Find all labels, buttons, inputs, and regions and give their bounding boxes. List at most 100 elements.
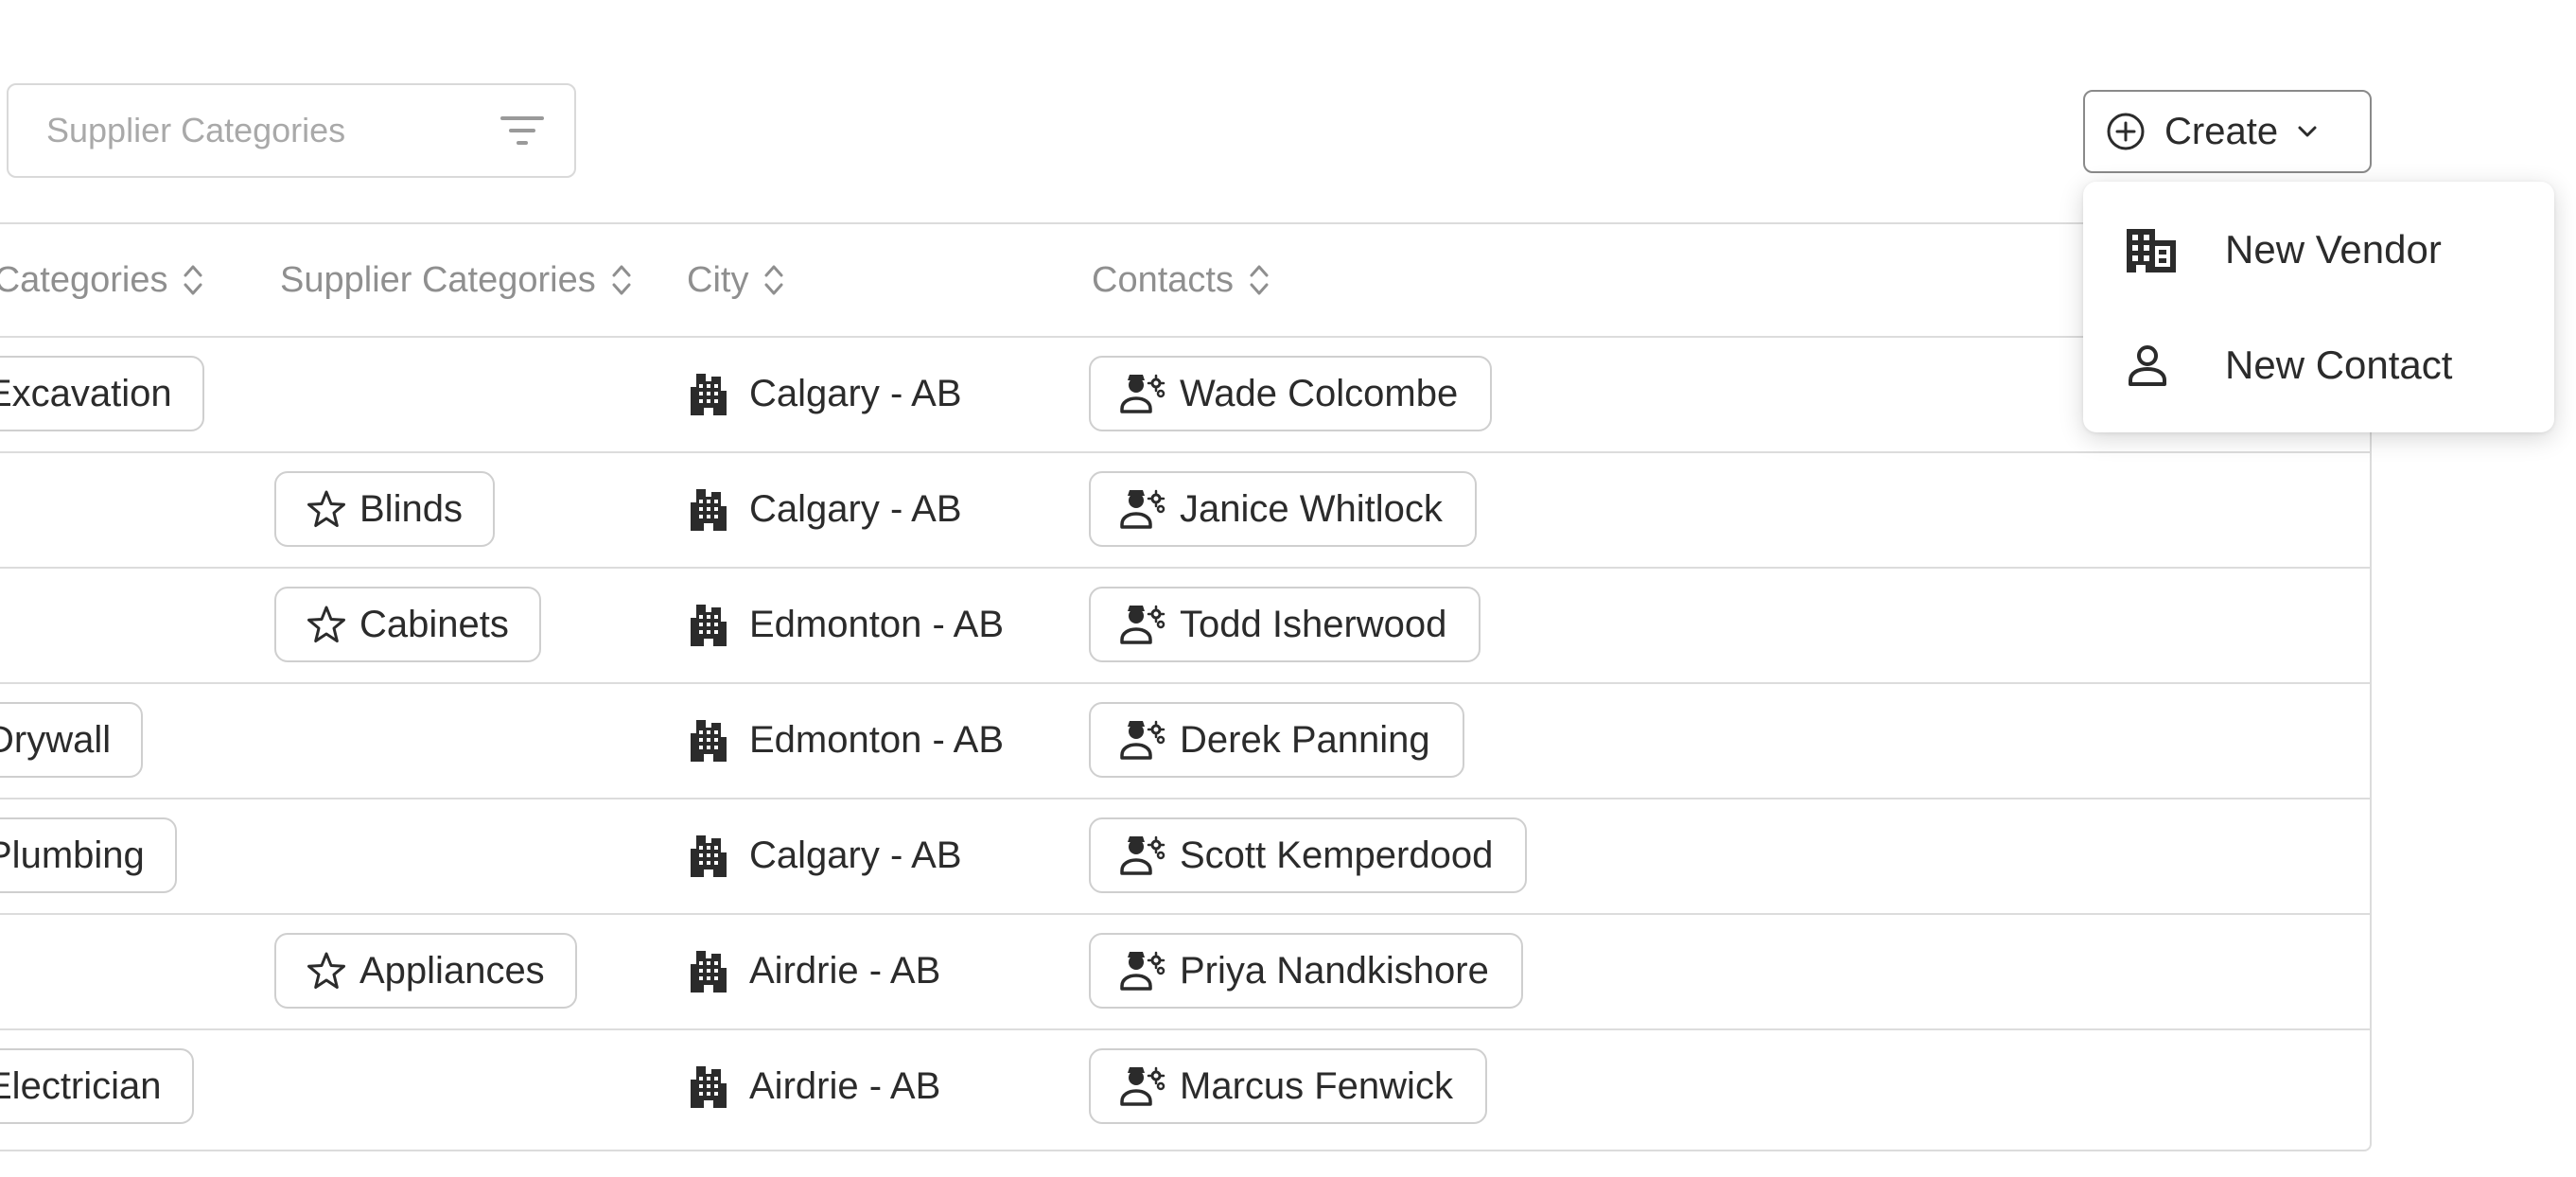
supplier-category-cell: Cabinets (274, 567, 541, 682)
sort-icon[interactable] (611, 261, 632, 299)
column-header-label: e Categories (0, 259, 168, 300)
contact-cell: Scott Kemperdood (1089, 798, 1528, 913)
chevron-down-icon (2297, 125, 2318, 138)
create-button[interactable]: Create (2083, 90, 2372, 173)
contact-icon (1119, 719, 1166, 761)
contact-cell: Derek Panning (1089, 682, 1464, 798)
contact-cell: Priya Nandkishore (1089, 913, 1523, 1028)
menu-item-new-vendor[interactable]: New Vendor (2083, 193, 2554, 307)
contact-chip[interactable]: Wade Colcombe (1089, 356, 1493, 431)
city-label: Edmonton - AB (749, 718, 1005, 761)
chip-label: Blinds (359, 487, 463, 530)
trade-category-chip[interactable]: Electrician (0, 1048, 194, 1124)
city-icon (689, 487, 728, 531)
contact-chip[interactable]: Janice Whitlock (1089, 471, 1477, 547)
chip-label: Cabinets (359, 603, 509, 645)
filter-icon[interactable] (500, 114, 544, 147)
contact-cell: Todd Isherwood (1089, 567, 1481, 682)
city-icon (689, 834, 728, 877)
city-cell: Calgary - AB (689, 798, 962, 913)
table-row[interactable]: Cabinets Edmonton - AB Todd Isherwood (0, 567, 2370, 684)
supplier-category-cell: Blinds (274, 451, 495, 567)
city-label: Airdrie - AB (749, 949, 941, 992)
contact-name: Marcus Fenwick (1180, 1064, 1453, 1107)
table-header: e Categories Supplier Categories City Co… (0, 224, 2370, 338)
city-label: Edmonton - AB (749, 603, 1005, 645)
trade-category-chip[interactable]: Plumbing (0, 817, 177, 893)
trade-category-cell: Electrician (0, 1028, 194, 1144)
city-cell: Edmonton - AB (689, 682, 1004, 798)
chip-label: Appliances (359, 949, 545, 992)
city-label: Calgary - AB (749, 834, 962, 876)
column-header-supplier-categories[interactable]: Supplier Categories (280, 224, 632, 336)
contact-icon (1119, 834, 1166, 876)
city-icon (689, 372, 728, 415)
contact-name: Derek Panning (1180, 718, 1430, 761)
table-row[interactable]: Plumbing Calgary - AB Scott Kemperdood (0, 798, 2370, 915)
trade-category-chip[interactable]: Excavation (0, 356, 204, 431)
sort-icon[interactable] (183, 261, 203, 299)
menu-item-new-contact[interactable]: New Contact (2083, 308, 2554, 422)
city-label: Calgary - AB (749, 372, 962, 414)
plus-circle-icon (2106, 112, 2146, 151)
table-row[interactable]: Blinds Calgary - AB Janice Whitlock (0, 451, 2370, 569)
contact-chip[interactable]: Scott Kemperdood (1089, 817, 1528, 893)
contact-icon (1119, 950, 1166, 992)
star-icon (307, 951, 346, 991)
building-icon (2125, 225, 2178, 274)
supplier-categories-filter-input[interactable]: Supplier Categories (7, 83, 576, 178)
city-cell: Edmonton - AB (689, 567, 1004, 682)
supplier-category-chip[interactable]: Appliances (274, 933, 577, 1009)
contact-chip[interactable]: Derek Panning (1089, 702, 1464, 778)
table-row[interactable]: Excavation Calgary - AB Wade Colcombe (0, 336, 2370, 453)
contact-cell: Marcus Fenwick (1089, 1028, 1487, 1144)
column-header-trade-categories[interactable]: e Categories (0, 224, 203, 336)
person-icon (2125, 343, 2170, 388)
column-header-city[interactable]: City (687, 224, 784, 336)
trade-category-cell: Excavation (0, 336, 204, 451)
city-icon (689, 718, 728, 762)
contact-cell: Janice Whitlock (1089, 451, 1477, 567)
table-row[interactable]: Electrician Airdrie - AB Marcus Fenwick (0, 1028, 2370, 1144)
star-icon (307, 489, 346, 529)
menu-item-label: New Contact (2225, 343, 2453, 387)
contact-name: Todd Isherwood (1180, 603, 1447, 645)
star-icon (307, 605, 346, 644)
city-icon (689, 603, 728, 646)
contact-icon (1119, 373, 1166, 414)
contact-chip[interactable]: Marcus Fenwick (1089, 1048, 1487, 1124)
table-row[interactable]: Drywall Edmonton - AB Derek Panning (0, 682, 2370, 799)
contact-icon (1119, 488, 1166, 530)
sort-icon[interactable] (1249, 261, 1270, 299)
table-row[interactable]: Appliances Airdrie - AB Priya Nandkishore (0, 913, 2370, 1030)
column-header-label: City (687, 259, 749, 300)
city-cell: Calgary - AB (689, 451, 962, 567)
menu-item-label: New Vendor (2225, 227, 2442, 272)
contact-chip[interactable]: Priya Nandkishore (1089, 933, 1523, 1009)
create-button-label: Create (2164, 110, 2279, 152)
chip-label: Electrician (0, 1064, 162, 1107)
contact-name: Janice Whitlock (1180, 487, 1443, 530)
supplier-category-chip[interactable]: Blinds (274, 471, 495, 547)
city-icon (689, 1064, 728, 1108)
sort-icon[interactable] (763, 261, 784, 299)
chip-label: Plumbing (0, 834, 145, 876)
column-header-label: Contacts (1092, 259, 1234, 300)
create-dropdown-menu: New Vendor New Contact (2083, 182, 2554, 432)
city-label: Airdrie - AB (749, 1064, 941, 1107)
contact-name: Priya Nandkishore (1180, 949, 1489, 992)
supplier-category-chip[interactable]: Cabinets (274, 587, 541, 662)
column-header-contacts[interactable]: Contacts (1092, 224, 1270, 336)
chip-label: Excavation (0, 372, 172, 414)
vendors-table: e Categories Supplier Categories City Co… (0, 222, 2372, 1151)
city-cell: Airdrie - AB (689, 913, 940, 1028)
trade-category-cell: Drywall (0, 682, 144, 798)
city-cell: Calgary - AB (689, 336, 962, 451)
contact-name: Scott Kemperdood (1180, 834, 1494, 876)
contact-icon (1119, 1065, 1166, 1107)
vendors-page: Supplier Categories Create Categories Su… (0, 0, 2576, 1177)
trade-category-chip[interactable]: Drywall (0, 702, 144, 778)
contact-name: Wade Colcombe (1180, 372, 1459, 414)
contact-chip[interactable]: Todd Isherwood (1089, 587, 1481, 662)
city-label: Calgary - AB (749, 487, 962, 530)
